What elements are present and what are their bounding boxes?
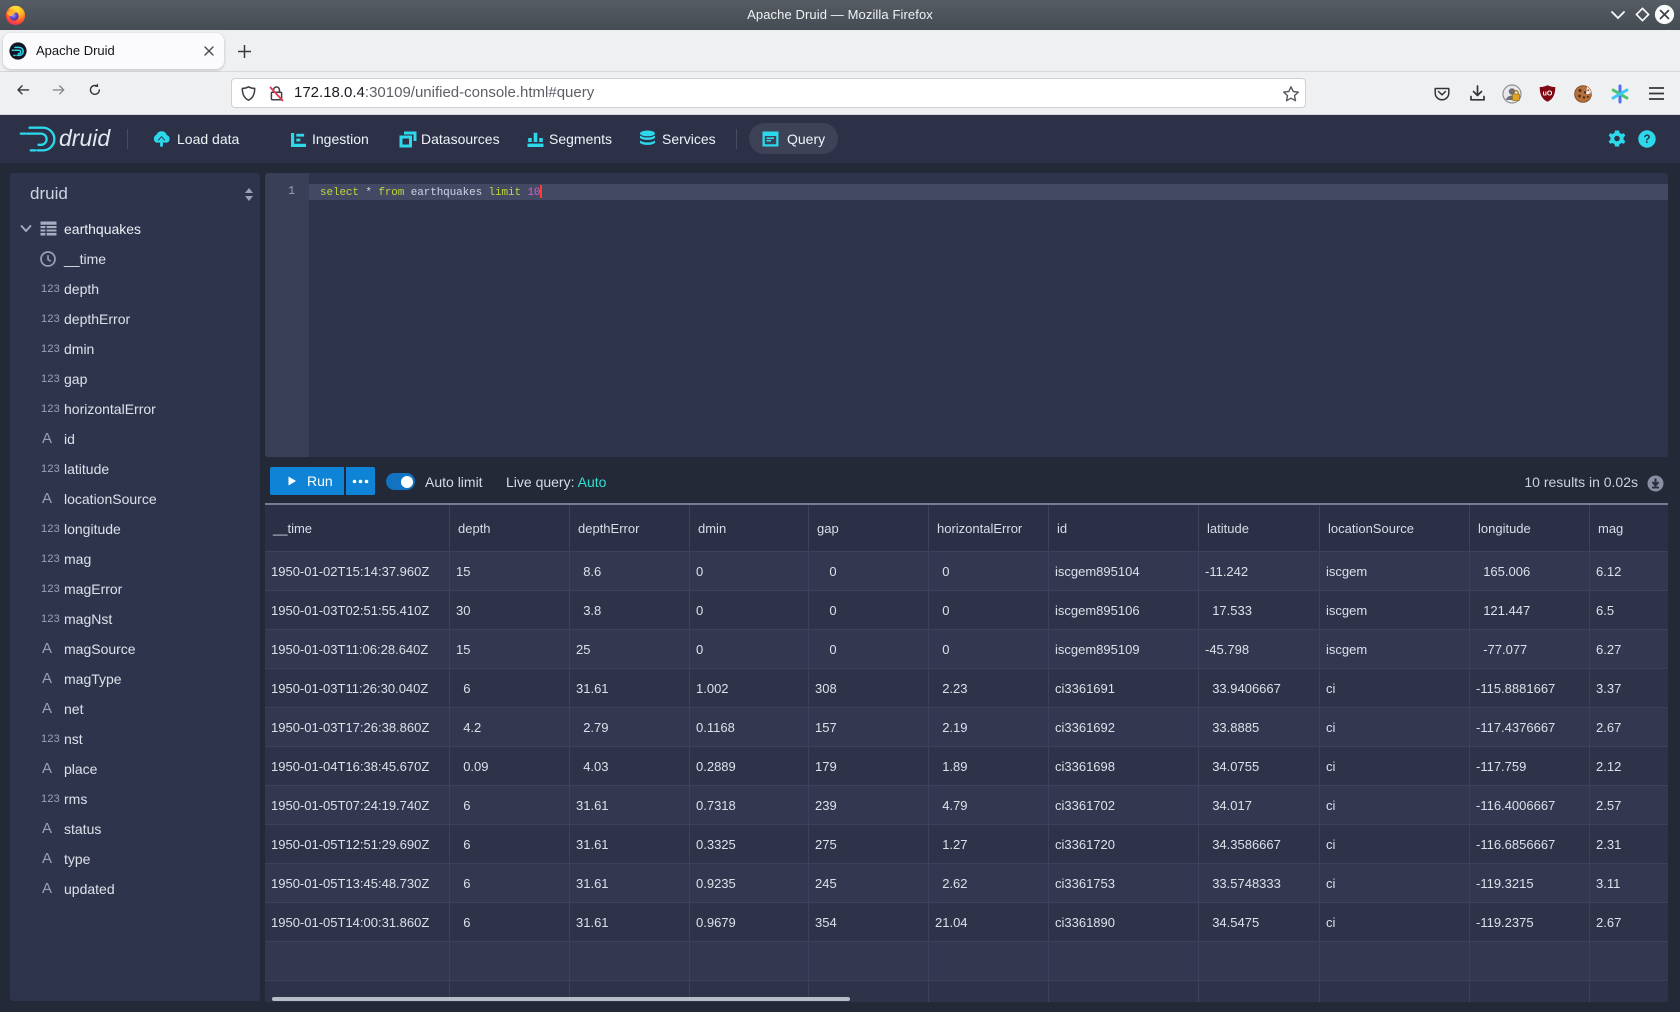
svg-text:uO: uO — [1543, 91, 1553, 98]
svg-text:?: ? — [1643, 134, 1650, 146]
